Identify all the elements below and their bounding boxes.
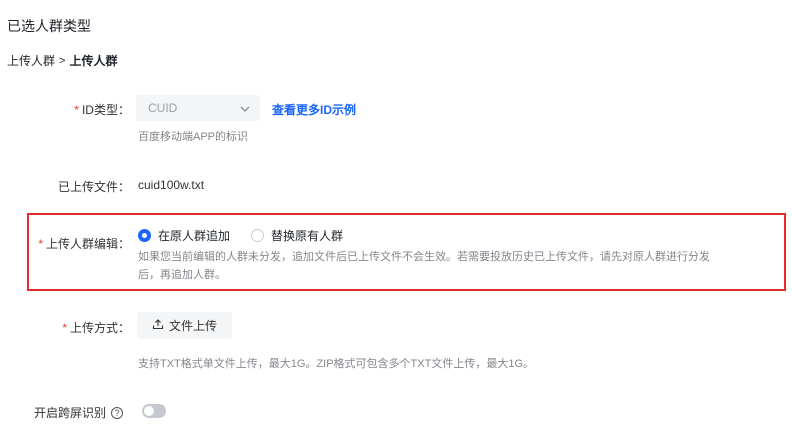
help-icon[interactable]: ? (111, 406, 124, 419)
chevron-down-icon (240, 101, 250, 115)
radio-unchecked-icon[interactable] (251, 229, 264, 242)
breadcrumb-parent[interactable]: 上传人群 (7, 52, 55, 69)
upload-method-label: * 上传方式： (62, 321, 130, 335)
radio-append-label: 在原人群追加 (158, 229, 231, 243)
breadcrumb: 上传人群 > 上传人群 (7, 52, 117, 69)
edit-mode-hint-line2: 后，再追加人群。 (138, 269, 226, 281)
file-upload-button[interactable]: 文件上传 (137, 312, 232, 339)
required-mark: * (74, 103, 79, 117)
id-type-selected-value: CUID (148, 101, 178, 115)
radio-replace[interactable]: 替换原有人群 (251, 227, 343, 244)
edit-mode-label: * 上传人群编辑： (38, 237, 130, 251)
uploaded-file-name: cuid100w.txt (138, 178, 205, 192)
breadcrumb-current: 上传人群 (69, 54, 118, 68)
required-mark: * (62, 321, 67, 335)
radio-replace-label: 替换原有人群 (271, 229, 344, 243)
section-title: 已选人群类型 (7, 18, 91, 34)
required-mark: * (38, 237, 43, 251)
edit-mode-hint-line1: 如果您当前编辑的人群未分发，追加文件后已上传文件不会生效。若需要投放历史已上传文… (138, 251, 710, 263)
id-type-label: * ID类型： (74, 103, 130, 117)
upload-icon (152, 318, 164, 333)
toggle-knob (144, 406, 154, 416)
id-type-hint: 百度移动端APP的标识 (138, 131, 249, 143)
file-upload-button-label: 文件上传 (168, 319, 217, 333)
uploaded-file-label: 已上传文件： (57, 180, 130, 194)
breadcrumb-separator: > (59, 54, 66, 67)
radio-append[interactable]: 在原人群追加 (138, 227, 230, 244)
cross-screen-toggle[interactable] (142, 404, 166, 418)
more-id-examples-link[interactable]: 查看更多ID示例 (272, 101, 356, 118)
cross-screen-label-group: 开启跨屏识别 ? (34, 404, 124, 421)
id-type-select[interactable]: CUID (136, 95, 260, 121)
radio-checked-icon[interactable] (138, 229, 151, 242)
upload-method-hint: 支持TXT格式单文件上传，最大1G。ZIP格式可包含多个TXT文件上传，最大1G… (138, 358, 535, 370)
cross-screen-label: 开启跨屏识别 (34, 406, 107, 420)
